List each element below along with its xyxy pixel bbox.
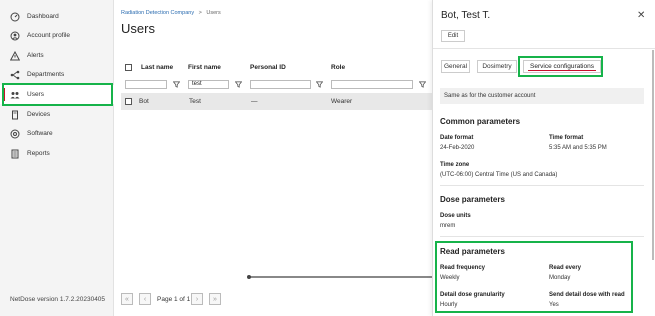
last-name-filter-input[interactable] — [125, 80, 167, 89]
sidebar-item-account-profile[interactable]: Account profile — [0, 26, 114, 45]
breadcrumb-separator: > — [198, 10, 202, 16]
edit-button[interactable]: Edit — [441, 30, 465, 42]
tab-dosimetry[interactable]: Dosimetry — [477, 60, 517, 73]
alert-icon — [10, 50, 20, 60]
first-page-button[interactable]: « — [121, 293, 133, 305]
cell-first-name: Test — [189, 98, 201, 105]
close-icon[interactable]: ✕ — [637, 10, 645, 21]
date-format-value: 24-Feb-2020 — [440, 145, 475, 151]
sidebar-item-reports[interactable]: Reports — [0, 144, 114, 163]
departments-icon — [10, 70, 20, 79]
dose-units-label: Dose units — [440, 213, 471, 219]
first-name-filter-input[interactable]: test — [188, 80, 229, 89]
send-detail-dose-value: Yes — [549, 302, 559, 308]
sidebar-item-label: Devices — [27, 111, 51, 118]
sidebar: Dashboard Account profile Alerts Departm… — [0, 0, 114, 316]
row-checkbox[interactable] — [125, 98, 132, 105]
cell-role: Wearer — [331, 98, 353, 105]
divider — [440, 185, 644, 186]
pagination-text: Page 1 of 1 — [157, 296, 191, 303]
read-parameters-heading: Read parameters — [440, 247, 505, 256]
sidebar-item-dashboard[interactable]: Dashboard — [0, 7, 114, 26]
time-zone-value: (UTC-06:00) Central Time (US and Canada) — [440, 172, 558, 178]
breadcrumb: Radiation Detection Company > Users — [121, 10, 221, 16]
info-note: Same as for the customer account — [440, 88, 644, 104]
horizontal-scrollbar[interactable] — [249, 276, 432, 278]
dashboard-icon — [10, 12, 20, 21]
read-every-value: Monday — [549, 275, 571, 281]
personal-id-filter-input[interactable] — [250, 80, 311, 89]
last-page-icon: » — [213, 295, 217, 303]
panel-title: Bot, Test T. — [441, 10, 491, 21]
next-page-button[interactable]: › — [191, 293, 203, 305]
first-page-icon: « — [125, 295, 129, 303]
time-format-label: Time format — [549, 135, 584, 141]
previous-page-button[interactable]: ‹ — [139, 293, 151, 305]
filter-icon[interactable] — [235, 81, 242, 88]
breadcrumb-company-link[interactable]: Radiation Detection Company — [121, 10, 194, 16]
version-text: NetDose version 1.7.2.20230405 — [10, 296, 106, 303]
filter-icon[interactable] — [419, 81, 426, 88]
previous-page-icon: ‹ — [143, 295, 147, 303]
cell-last-name: Bot — [139, 98, 149, 105]
devices-icon — [12, 110, 18, 119]
detail-dose-granularity-value: Hourly — [440, 302, 458, 308]
scrollbar-handle[interactable] — [247, 275, 251, 279]
send-detail-dose-label: Send detail dose with read — [549, 292, 625, 298]
sidebar-item-label: Software — [27, 130, 53, 137]
sidebar-item-label: Users — [27, 91, 44, 98]
users-icon — [10, 91, 20, 98]
tab-service-configurations[interactable]: Service configurations — [523, 60, 601, 73]
reports-icon — [11, 149, 19, 158]
read-frequency-label: Read frequency — [440, 265, 486, 271]
sidebar-item-label: Account profile — [27, 32, 70, 39]
column-header-personal-id[interactable]: Personal ID — [250, 64, 286, 71]
sidebar-item-alerts[interactable]: Alerts — [0, 46, 114, 65]
sidebar-item-label: Reports — [27, 150, 50, 157]
detail-dose-granularity-label: Detail dose granularity — [440, 292, 505, 298]
date-format-label: Date format — [440, 135, 474, 141]
account-profile-icon — [10, 31, 20, 40]
role-filter-input[interactable] — [331, 80, 413, 89]
sidebar-item-devices[interactable]: Devices — [0, 105, 114, 124]
common-parameters-heading: Common parameters — [440, 117, 521, 126]
sidebar-item-software[interactable]: Software — [0, 124, 114, 143]
last-page-button[interactable]: » — [209, 293, 221, 305]
vertical-scrollbar[interactable] — [652, 50, 654, 260]
column-header-role[interactable]: Role — [331, 64, 345, 71]
next-page-icon: › — [195, 295, 199, 303]
tab-general[interactable]: General — [441, 60, 470, 73]
sidebar-item-label: Dashboard — [27, 13, 59, 20]
column-header-first-name[interactable]: First name — [188, 64, 221, 71]
time-zone-label: Time zone — [440, 162, 470, 168]
filter-icon[interactable] — [173, 81, 180, 88]
cell-personal-id: — — [251, 98, 258, 105]
software-icon — [10, 129, 20, 138]
dose-units-value: mrem — [440, 223, 456, 229]
divider — [433, 48, 655, 49]
sidebar-item-users[interactable]: Users — [0, 85, 114, 104]
user-details-panel: Bot, Test T. ✕ Edit General Dosimetry Se… — [432, 0, 655, 316]
select-all-checkbox[interactable] — [125, 64, 132, 71]
active-tab-underline — [528, 69, 596, 71]
filter-icon[interactable] — [316, 81, 323, 88]
page-title: Users — [121, 21, 155, 36]
sidebar-item-departments[interactable]: Departments — [0, 65, 114, 84]
read-frequency-value: Weekly — [440, 275, 460, 281]
dose-parameters-heading: Dose parameters — [440, 195, 505, 204]
read-every-label: Read every — [549, 265, 582, 271]
breadcrumb-current: Users — [206, 10, 221, 16]
table-row[interactable] — [121, 93, 432, 110]
time-format-value: 5:35 AM and 5:35 PM — [549, 145, 607, 151]
column-header-last-name[interactable]: Last name — [141, 64, 173, 71]
divider — [440, 236, 644, 237]
sidebar-item-label: Departments — [27, 71, 65, 78]
sidebar-item-label: Alerts — [27, 52, 44, 59]
